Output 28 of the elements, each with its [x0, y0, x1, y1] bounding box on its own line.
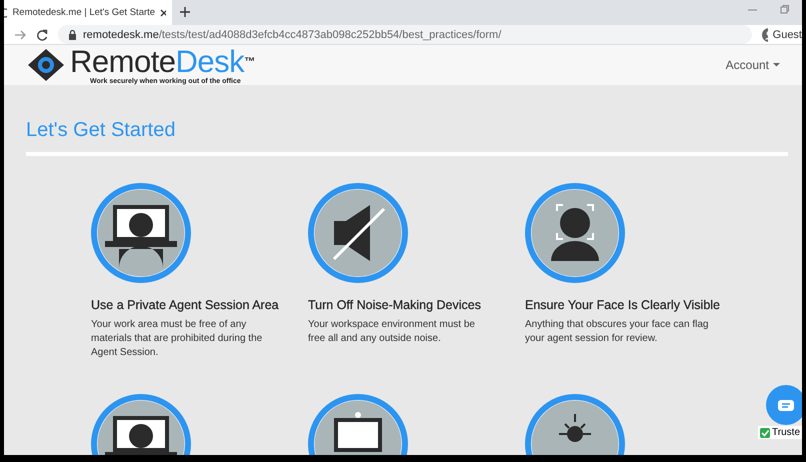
page-title: Let's Get Started — [26, 119, 176, 142]
caret-icon — [773, 63, 780, 67]
desk-person-icon — [91, 183, 191, 283]
address-field[interactable]: remotedesk.me/tests/test/ad4088d3efcb4cc4873ab098c252bb54/best_practices/form/ — [58, 25, 752, 44]
card-title: Ensure Your Face Is Clearly Visible — [525, 298, 722, 312]
tab-title: Remotedesk.me | Let's Get Starte — [12, 7, 156, 18]
url-text: remotedesk.me/tests/test/ad4088d3efcb4cc4873ab098c252bb54/best_practices/form/ — [83, 28, 502, 40]
reload-icon[interactable] — [36, 28, 48, 40]
card-title: Turn Off Noise-Making Devices — [308, 298, 482, 312]
muted-speaker-icon — [308, 183, 408, 283]
trust-badge: Truste — [758, 426, 802, 439]
forward-arrow-icon[interactable] — [14, 28, 26, 40]
checkmark-icon — [760, 428, 770, 438]
plus-icon[interactable] — [180, 7, 190, 17]
chat-button[interactable] — [766, 385, 802, 425]
brand-name: RemoteDesk$^{™}$ — [70, 46, 255, 78]
card-description: Your workspace environment must be free all and any outside noise. — [308, 318, 476, 346]
face-frame-icon — [525, 183, 625, 283]
card-title: Use a Private Agent Session Area — [91, 298, 280, 312]
close-icon[interactable] — [160, 8, 166, 16]
card-description: Anything that obscures your face can flag your agent session for review. — [525, 318, 710, 346]
chat-icon — [778, 400, 794, 410]
profile-button[interactable]: Guest — [762, 28, 802, 42]
lock-icon — [68, 30, 77, 40]
card-description: Your work area must be free of any materials that are prohibited during the Agent Session. — [91, 318, 264, 360]
browser-tab[interactable]: Remotedesk.me | Let's Get Starte — [4, 0, 172, 25]
restore-icon[interactable] — [780, 5, 790, 15]
account-menu[interactable]: Account — [726, 58, 780, 72]
